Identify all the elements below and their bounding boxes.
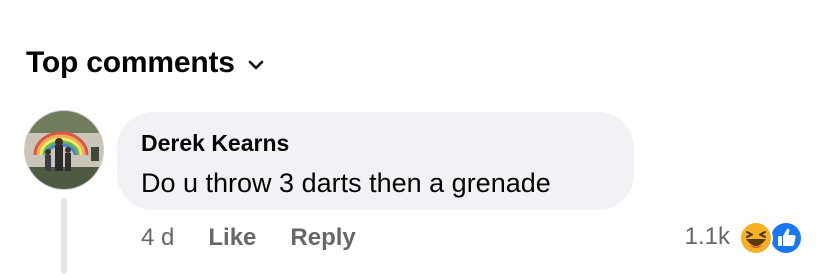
comment-bubble: Derek Kearns Do u throw 3 darts then a g…: [117, 112, 634, 210]
avatar-photo: [25, 111, 103, 189]
reaction-count: 1.1k: [684, 223, 730, 250]
reply-button[interactable]: Reply: [290, 224, 355, 252]
comment-author-name[interactable]: Derek Kearns: [141, 130, 289, 157]
reaction-icons: [738, 218, 806, 256]
comments-sort-label: Top comments: [26, 46, 235, 79]
reply-thread-line: [61, 198, 67, 274]
reaction-summary[interactable]: 1.1k: [685, 218, 806, 256]
top-comments-sort-button[interactable]: Top comments: [26, 46, 265, 80]
chevron-down-icon: [248, 60, 264, 70]
comment-actions: 4 d Like Reply: [141, 224, 390, 252]
comment-text: Do u throw 3 darts then a grenade: [141, 168, 551, 198]
haha-icon: [739, 221, 773, 255]
comment-timestamp[interactable]: 4 d: [141, 224, 174, 252]
like-button[interactable]: Like: [208, 224, 256, 252]
avatar[interactable]: [24, 110, 104, 190]
